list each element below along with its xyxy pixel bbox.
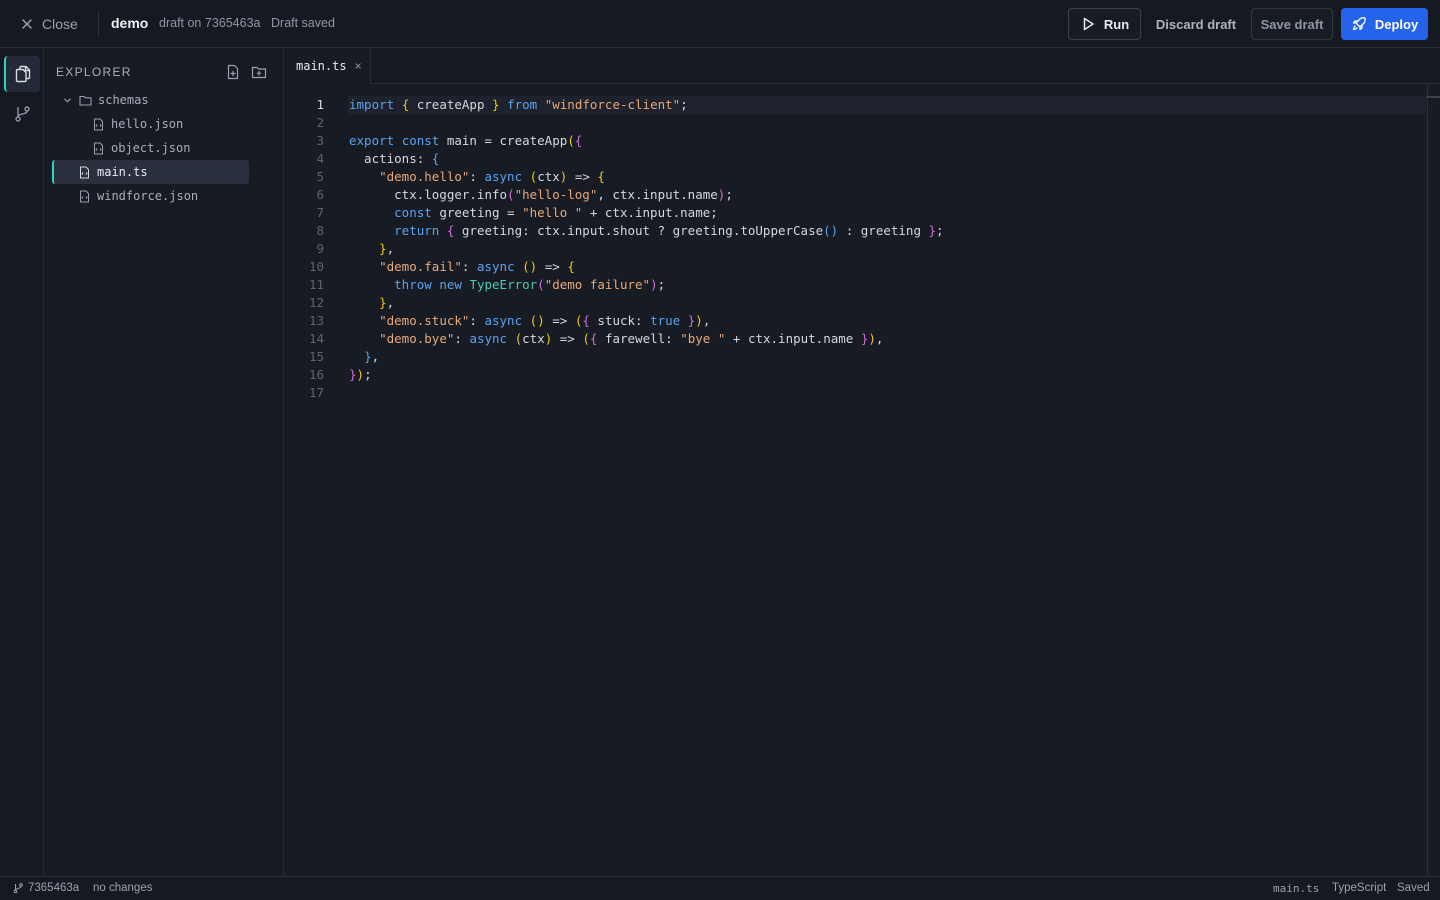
- activity-source-control[interactable]: [4, 96, 40, 132]
- line-number: 3: [316, 133, 324, 148]
- code-line[interactable]: import { createApp } from "windforce-cli…: [349, 96, 944, 114]
- branch-label: 7365463a: [28, 882, 80, 894]
- tab-label: main.ts: [296, 59, 347, 73]
- scrollbar-thumb[interactable]: [1426, 96, 1440, 98]
- tab-bar: main.ts ×: [284, 48, 1440, 84]
- line-number: 11: [308, 277, 324, 292]
- status-bar: 7365463a no changes main.ts TypeScript S…: [0, 876, 1440, 900]
- top-bar: Close demo draft on 7365463a Draft saved…: [0, 0, 1440, 48]
- code-line[interactable]: const greeting = "hello " + ctx.input.na…: [349, 204, 944, 222]
- line-number: 14: [308, 331, 324, 346]
- line-number: 15: [308, 349, 324, 364]
- line-number: 6: [316, 187, 324, 202]
- run-label: Run: [1103, 16, 1130, 32]
- editor: main.ts × 1 2 3 4 5 6 7 8 9 10 11 12 13 14 15 16 17 impo…: [284, 48, 1440, 876]
- code-line[interactable]: },: [349, 240, 944, 258]
- tree-label: main.ts: [97, 165, 148, 179]
- git-branch-icon: [15, 106, 30, 122]
- line-number: 13: [308, 313, 324, 328]
- deploy-button[interactable]: Deploy: [1341, 8, 1428, 40]
- tree-folder-schemas[interactable]: schemas: [62, 89, 149, 111]
- activity-bar: [0, 48, 44, 876]
- run-button[interactable]: Run: [1068, 8, 1141, 40]
- new-file-button[interactable]: [224, 63, 242, 81]
- line-number: 12: [308, 295, 324, 310]
- line-number: 10: [308, 259, 324, 274]
- status-language[interactable]: TypeScript: [1332, 882, 1386, 894]
- vertical-scrollbar[interactable]: [1427, 84, 1428, 876]
- line-number: 5: [316, 169, 324, 184]
- line-number: 9: [316, 241, 324, 256]
- draft-status: Draft saved: [271, 16, 335, 30]
- new-file-icon: [227, 64, 239, 80]
- new-folder-icon: [251, 66, 267, 79]
- explorer-title: EXPLORER: [56, 65, 132, 79]
- folder-icon: [79, 95, 92, 106]
- code-line[interactable]: "demo.stuck": async () => ({ stuck: true…: [349, 312, 944, 330]
- discard-draft-button[interactable]: Discard draft: [1150, 8, 1242, 40]
- divider: [98, 12, 99, 36]
- status-branch[interactable]: 7365463a: [12, 882, 79, 894]
- tab-main-ts[interactable]: main.ts ×: [284, 48, 371, 84]
- code-line[interactable]: actions: {: [349, 150, 944, 168]
- code-line[interactable]: [349, 384, 944, 402]
- tree-file-windforce-json[interactable]: windforce.json: [78, 185, 198, 207]
- tree-label: schemas: [98, 93, 149, 107]
- line-number: 4: [316, 151, 324, 166]
- draft-info: draft on 7365463a: [159, 16, 261, 30]
- file-icon: [94, 118, 103, 130]
- line-number: 8: [316, 223, 324, 238]
- line-number: 17: [308, 385, 324, 400]
- code-line[interactable]: throw new TypeError("demo failure");: [349, 276, 944, 294]
- close-icon: [22, 19, 32, 29]
- tree-label: windforce.json: [97, 189, 199, 203]
- tree-label: object.json: [111, 141, 191, 155]
- chevron-down-icon: [64, 97, 71, 103]
- rocket-icon: [1352, 17, 1366, 31]
- app-name: demo: [111, 15, 149, 31]
- files-icon: [15, 65, 31, 83]
- save-draft-button[interactable]: Save draft: [1251, 8, 1333, 40]
- activity-explorer[interactable]: [4, 56, 40, 92]
- line-number: 1: [316, 97, 324, 112]
- tree-file-main-ts[interactable]: main.ts: [52, 160, 249, 184]
- file-icon: [94, 142, 103, 154]
- tree-file-hello-json[interactable]: hello.json: [92, 113, 183, 135]
- status-changes: no changes: [93, 882, 153, 894]
- code-line[interactable]: export const main = createApp({: [349, 132, 944, 150]
- line-number: 7: [316, 205, 324, 220]
- status-save-state: Saved: [1397, 882, 1430, 894]
- code-content[interactable]: import { createApp } from "windforce-cli…: [349, 96, 944, 402]
- status-file: main.ts: [1273, 882, 1320, 895]
- tree-label: hello.json: [111, 117, 184, 131]
- line-number-gutter: 1 2 3 4 5 6 7 8 9 10 11 12 13 14 15 16 17: [284, 96, 324, 402]
- code-line[interactable]: [349, 114, 944, 132]
- file-icon: [80, 166, 89, 178]
- close-button[interactable]: Close: [20, 14, 78, 34]
- code-line[interactable]: "demo.bye": async (ctx) => ({ farewell: …: [349, 330, 944, 348]
- tab-close-icon[interactable]: ×: [355, 59, 362, 73]
- code-line[interactable]: return { greeting: ctx.input.shout ? gre…: [349, 222, 943, 240]
- code-line[interactable]: "demo.hello": async (ctx) => {: [349, 168, 944, 186]
- tree-file-object-json[interactable]: object.json: [92, 137, 190, 159]
- deploy-label: Deploy: [1374, 16, 1419, 32]
- line-number: 16: [308, 367, 324, 382]
- code-line[interactable]: },: [349, 348, 944, 366]
- code-line[interactable]: },: [349, 294, 944, 312]
- code-line[interactable]: "demo.fail": async () => {: [349, 258, 944, 276]
- code-line[interactable]: ctx.logger.info("hello-log", ctx.input.n…: [349, 186, 944, 204]
- close-label: Close: [42, 16, 78, 32]
- play-icon: [1083, 17, 1094, 31]
- line-number: 2: [316, 115, 324, 130]
- code-line[interactable]: });: [349, 366, 944, 384]
- new-folder-button[interactable]: [250, 63, 268, 81]
- explorer-panel: EXPLORER schemas hello.json object.json …: [44, 48, 284, 876]
- file-icon: [80, 190, 89, 202]
- code-editor[interactable]: 1 2 3 4 5 6 7 8 9 10 11 12 13 14 15 16 17 import { creat…: [284, 84, 1440, 876]
- git-branch-icon: [13, 883, 23, 894]
